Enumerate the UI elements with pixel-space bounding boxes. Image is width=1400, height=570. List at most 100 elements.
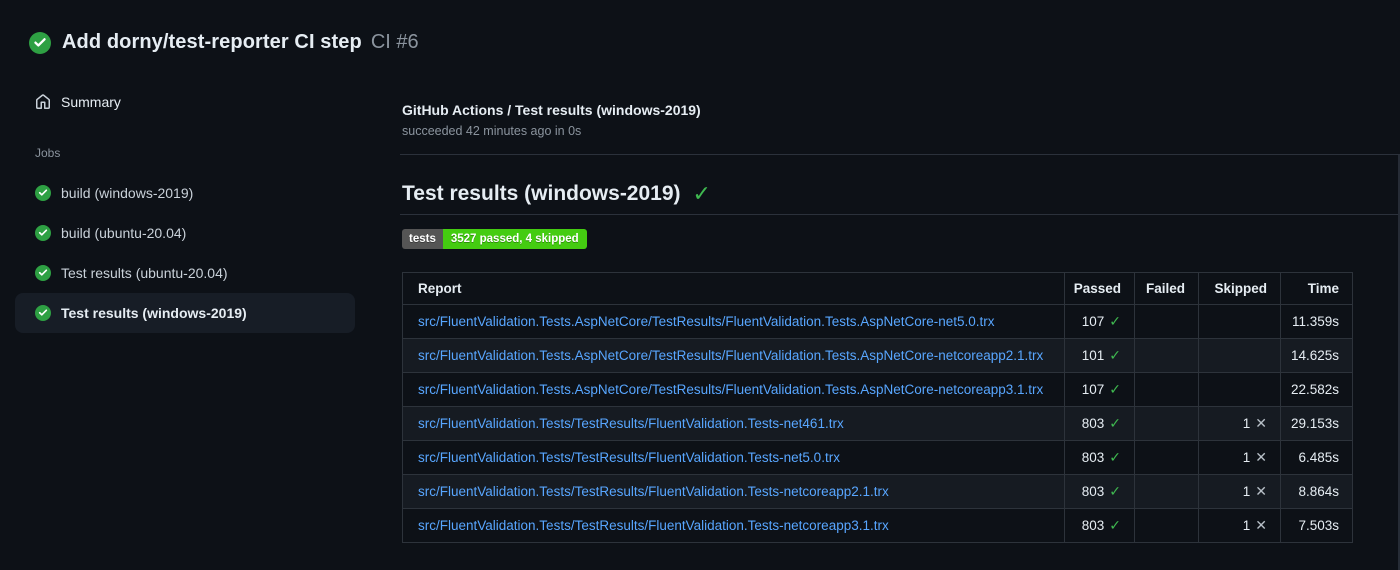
failed-cell	[1134, 474, 1199, 509]
passed-cell: 803 ✓	[1064, 406, 1135, 441]
home-icon	[35, 94, 51, 110]
check-icon: ✓	[1109, 313, 1121, 329]
time-value: 7.503s	[1280, 508, 1353, 543]
success-check-circle-icon	[35, 225, 51, 241]
time-value: 29.153s	[1280, 406, 1353, 441]
passed-count: 803	[1081, 450, 1105, 465]
check-run-status: succeeded 42 minutes ago in 0s	[402, 124, 582, 138]
passed-count: 101	[1081, 348, 1105, 363]
table-row: src/FluentValidation.Tests/TestResults/F…	[402, 474, 1353, 509]
cross-icon: ✕	[1255, 415, 1267, 431]
tests-badge: tests 3527 passed, 4 skipped	[402, 229, 587, 249]
sidebar-job-item[interactable]: build (windows-2019)	[15, 173, 355, 213]
report-link[interactable]: src/FluentValidation.Tests.AspNetCore/Te…	[418, 348, 1054, 363]
failed-cell	[1134, 338, 1199, 373]
table-row: src/FluentValidation.Tests.AspNetCore/Te…	[402, 372, 1353, 407]
job-label: Test results (windows-2019)	[61, 305, 247, 321]
report-link[interactable]: src/FluentValidation.Tests/TestResults/F…	[418, 518, 1054, 533]
job-label: Test results (ubuntu-20.04)	[61, 265, 228, 281]
skipped-count: 1	[1242, 484, 1251, 499]
time-value: 11.359s	[1280, 304, 1353, 339]
column-header-report: Report	[402, 272, 1065, 305]
check-icon: ✓	[1109, 449, 1121, 465]
time-value: 6.485s	[1280, 440, 1353, 475]
section-title-text: Test results (windows-2019)	[402, 182, 681, 205]
time-value: 14.625s	[1280, 338, 1353, 373]
jobs-section-label: Jobs	[35, 146, 61, 160]
skipped-cell: 1 ✕	[1198, 474, 1281, 509]
table-row: src/FluentValidation.Tests.AspNetCore/Te…	[402, 338, 1353, 373]
table-header-row: Report Passed Failed Skipped Time	[402, 272, 1353, 305]
sidebar-job-item[interactable]: Test results (ubuntu-20.04)	[15, 253, 355, 293]
sidebar-job-item[interactable]: build (ubuntu-20.04)	[15, 213, 355, 253]
failed-cell	[1134, 372, 1199, 407]
cross-icon: ✕	[1255, 517, 1267, 533]
passed-count: 803	[1081, 416, 1105, 431]
failed-cell	[1134, 440, 1199, 475]
failed-cell	[1134, 406, 1199, 441]
passed-cell: 101 ✓	[1064, 338, 1135, 373]
column-header-skipped: Skipped	[1198, 272, 1281, 305]
check-run-title: GitHub Actions / Test results (windows-2…	[402, 102, 701, 118]
section-title: Test results (windows-2019) ✓	[402, 182, 711, 206]
time-value: 8.864s	[1280, 474, 1353, 509]
skipped-count: 1	[1242, 416, 1251, 431]
passed-count: 803	[1081, 518, 1105, 533]
summary-label: Summary	[61, 94, 121, 110]
report-link[interactable]: src/FluentValidation.Tests.AspNetCore/Te…	[418, 382, 1054, 397]
time-value: 22.582s	[1280, 372, 1353, 407]
success-check-circle-icon	[35, 305, 51, 321]
passed-cell: 107 ✓	[1064, 304, 1135, 339]
job-label: build (windows-2019)	[61, 185, 194, 201]
check-icon: ✓	[1109, 415, 1121, 431]
failed-cell	[1134, 508, 1199, 543]
passed-count: 803	[1081, 484, 1105, 499]
check-icon: ✓	[692, 181, 711, 206]
badge-label: tests	[402, 229, 443, 249]
report-link[interactable]: src/FluentValidation.Tests.AspNetCore/Te…	[418, 314, 1054, 329]
sidebar-item-summary[interactable]: Summary	[35, 94, 121, 110]
check-icon: ✓	[1109, 347, 1121, 363]
section-divider	[400, 214, 1400, 215]
passed-count: 107	[1081, 382, 1105, 397]
skipped-cell: 1 ✕	[1198, 440, 1281, 475]
check-icon: ✓	[1109, 381, 1121, 397]
passed-cell: 803 ✓	[1064, 508, 1135, 543]
table-row: src/FluentValidation.Tests/TestResults/F…	[402, 508, 1353, 543]
report-link[interactable]: src/FluentValidation.Tests/TestResults/F…	[418, 416, 1054, 431]
header-divider	[400, 154, 1400, 155]
jobs-list: build (windows-2019) build (ubuntu-20.04…	[0, 173, 400, 333]
passed-cell: 803 ✓	[1064, 440, 1135, 475]
check-icon: ✓	[1109, 483, 1121, 499]
passed-cell: 803 ✓	[1064, 474, 1135, 509]
job-label: build (ubuntu-20.04)	[61, 225, 187, 241]
skipped-cell	[1198, 304, 1281, 339]
report-link[interactable]: src/FluentValidation.Tests/TestResults/F…	[418, 450, 1054, 465]
skipped-count: 1	[1242, 450, 1251, 465]
success-check-circle-icon	[35, 185, 51, 201]
skipped-cell: 1 ✕	[1198, 508, 1281, 543]
passed-cell: 107 ✓	[1064, 372, 1135, 407]
check-icon: ✓	[1109, 517, 1121, 533]
skipped-cell	[1198, 372, 1281, 407]
skipped-cell	[1198, 338, 1281, 373]
sidebar: Summary Jobs build (windows-2019) build …	[0, 0, 400, 570]
column-header-time: Time	[1280, 272, 1353, 305]
skipped-cell: 1 ✕	[1198, 406, 1281, 441]
skipped-count: 1	[1242, 518, 1251, 533]
sidebar-job-item[interactable]: Test results (windows-2019)	[15, 293, 355, 333]
passed-count: 107	[1081, 314, 1105, 329]
badge-value: 3527 passed, 4 skipped	[442, 229, 587, 249]
report-link[interactable]: src/FluentValidation.Tests/TestResults/F…	[418, 484, 1054, 499]
column-header-passed: Passed	[1064, 272, 1135, 305]
success-check-circle-icon	[35, 265, 51, 281]
table-row: src/FluentValidation.Tests/TestResults/F…	[402, 440, 1353, 475]
cross-icon: ✕	[1255, 483, 1267, 499]
table-row: src/FluentValidation.Tests/TestResults/F…	[402, 406, 1353, 441]
table-row: src/FluentValidation.Tests.AspNetCore/Te…	[402, 304, 1353, 339]
cross-icon: ✕	[1255, 449, 1267, 465]
test-results-table: Report Passed Failed Skipped Time src/Fl…	[402, 272, 1353, 543]
results-tbody: src/FluentValidation.Tests.AspNetCore/Te…	[402, 304, 1353, 543]
failed-cell	[1134, 304, 1199, 339]
column-header-failed: Failed	[1134, 272, 1199, 305]
